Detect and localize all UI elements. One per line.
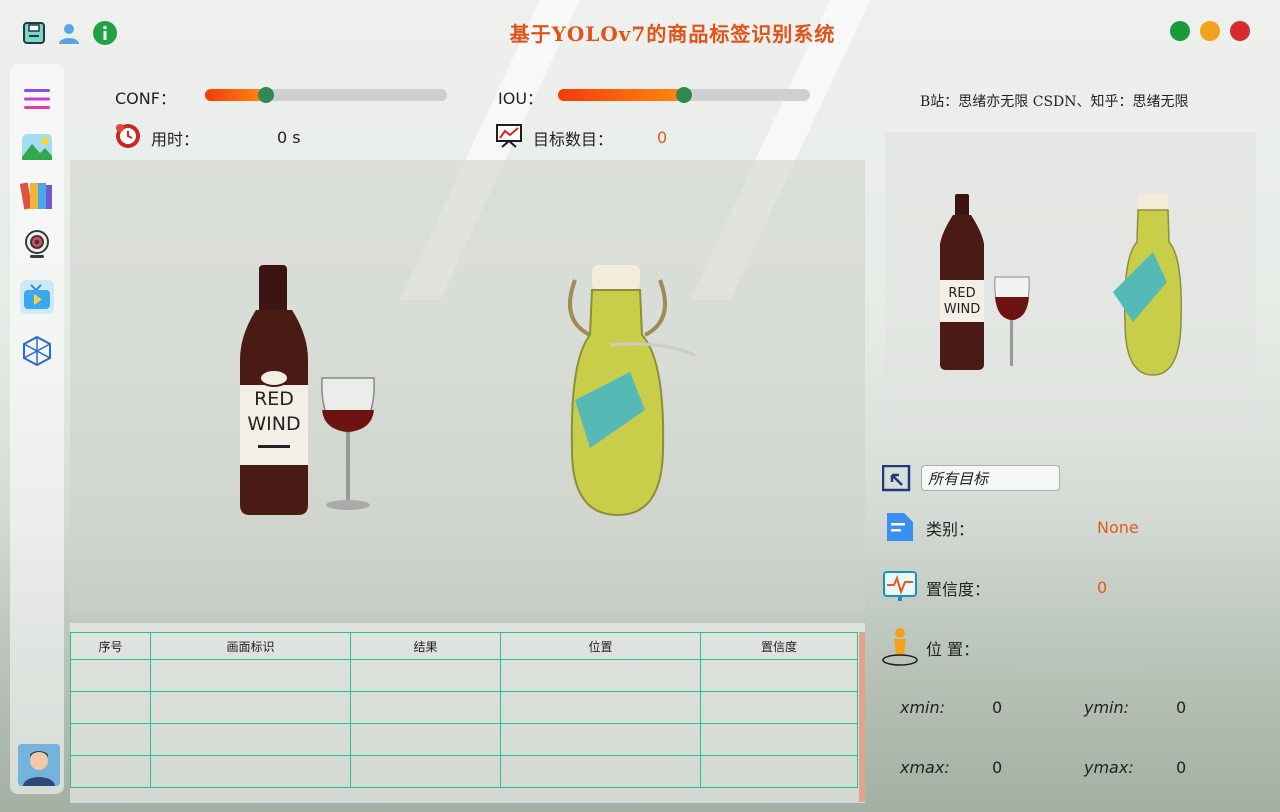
wine-glass-image (321, 377, 375, 510)
iou-slider-fill (558, 89, 684, 101)
table-row[interactable] (70, 723, 858, 756)
ymax-label: ymax: (1084, 758, 1134, 777)
iou-label: IOU： (498, 89, 544, 108)
table-cell (700, 723, 858, 756)
confidence-value: 0 (1097, 578, 1108, 597)
ymin-label: ymin: (1084, 698, 1130, 717)
position-label: 位 置： (926, 640, 980, 659)
credits-text: B站：思绪亦无限 CSDN、知乎：思绪无限 (920, 94, 1189, 110)
table-cell (500, 723, 701, 756)
video-icon[interactable] (20, 280, 54, 314)
table-row[interactable] (70, 691, 858, 724)
maximize-button[interactable] (1170, 21, 1190, 41)
folder-icon[interactable] (20, 178, 54, 212)
table-cell (500, 691, 701, 724)
table-cell (150, 755, 351, 788)
table-cell (70, 723, 151, 756)
table-row[interactable] (70, 659, 858, 692)
svg-text:WIND: WIND (944, 302, 980, 317)
table-cell (350, 723, 501, 756)
results-table-panel: 序号 画面标识 结果 位置 置信度 (70, 623, 865, 803)
time-label: 用时： (151, 130, 200, 149)
ymin-value: 0 (1176, 698, 1187, 717)
results-table[interactable]: 序号 画面标识 结果 位置 置信度 (70, 632, 858, 788)
confidence-label: 置信度： (926, 580, 991, 599)
target-select[interactable]: 所有目标 (921, 465, 1060, 491)
target-count-icon (496, 123, 522, 149)
minimize-button[interactable] (1200, 21, 1220, 41)
table-cell (70, 691, 151, 724)
avatar[interactable] (18, 744, 60, 786)
model-icon[interactable] (20, 334, 54, 368)
svg-text:RED: RED (948, 286, 975, 301)
sidebar (10, 64, 64, 794)
clock-icon (115, 123, 141, 149)
xmin-label: xmin: (900, 698, 946, 717)
main-image-view[interactable]: RED WIND (70, 160, 865, 613)
position-icon (880, 627, 920, 667)
table-scrollbar[interactable] (859, 632, 865, 802)
table-cell (350, 691, 501, 724)
col-header-position[interactable]: 位置 (500, 632, 701, 660)
col-header-confidence[interactable]: 置信度 (700, 632, 858, 660)
table-row[interactable] (70, 755, 858, 788)
conf-label: CONF： (115, 89, 176, 108)
table-cell (150, 659, 351, 692)
ymax-value: 0 (1176, 758, 1187, 777)
table-header-row: 序号 画面标识 结果 位置 置信度 (70, 632, 858, 660)
image-icon[interactable] (20, 130, 54, 164)
category-label: 类别： (926, 520, 975, 539)
col-header-index[interactable]: 序号 (70, 632, 151, 660)
table-cell (700, 659, 858, 692)
xmax-value: 0 (992, 758, 1003, 777)
table-cell (350, 659, 501, 692)
category-value: None (1097, 518, 1139, 537)
time-value: 0 s (277, 128, 301, 147)
target-count-value: 0 (657, 128, 668, 147)
table-cell (700, 691, 858, 724)
conf-slider-handle[interactable] (257, 87, 274, 103)
xmax-label: xmax: (900, 758, 950, 777)
table-cell (70, 755, 151, 788)
thumbnail-view[interactable]: RED WIND (885, 132, 1256, 431)
table-cell (350, 755, 501, 788)
iou-slider-handle[interactable] (676, 87, 692, 103)
target-count-label: 目标数目： (533, 130, 614, 149)
bottle-label-line1: RED (254, 388, 294, 410)
category-icon (884, 511, 916, 543)
bottle-label-line2: WIND (247, 413, 300, 435)
iou-slider[interactable] (558, 87, 810, 103)
table-cell (150, 723, 351, 756)
camera-icon[interactable] (20, 228, 54, 262)
window-title: 基于YOLOv7的商品标签识别系统 (509, 22, 836, 46)
col-header-result[interactable]: 结果 (350, 632, 501, 660)
menu-icon[interactable] (20, 82, 54, 116)
table-cell (500, 755, 701, 788)
cursor-select-icon (881, 464, 912, 493)
xmin-value: 0 (992, 698, 1003, 717)
title-bar: 基于YOLOv7的商品标签识别系统 (0, 0, 1280, 64)
conf-slider[interactable] (205, 87, 447, 103)
close-button[interactable] (1230, 21, 1250, 41)
wine-bottle-image: RED WIND (240, 265, 308, 515)
col-header-frame[interactable]: 画面标识 (150, 632, 351, 660)
table-cell (700, 755, 858, 788)
table-cell (70, 659, 151, 692)
table-cell (500, 659, 701, 692)
table-cell (150, 691, 351, 724)
oil-bottle-image (568, 265, 696, 517)
conf-slider-fill (205, 89, 266, 101)
confidence-icon (883, 570, 917, 604)
